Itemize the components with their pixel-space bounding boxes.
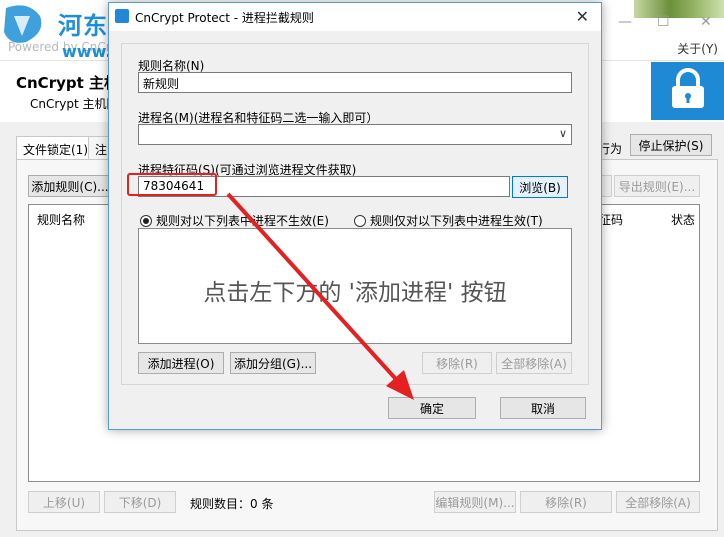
stop-protect-button[interactable]: 停止保护(S) [630,134,712,156]
app-subtitle: CnCrypt 主机防 [30,97,119,111]
process-name-combo[interactable]: ∨ [138,124,572,145]
maximize-button[interactable]: ☐ [657,14,670,30]
remove-all-rules-button[interactable]: 全部移除(A) [616,491,700,513]
chevron-down-icon[interactable]: ∨ [559,127,567,140]
export-rule-button[interactable]: 导出规则(E)... [614,175,700,197]
process-list-hint: 点击左下方的 '添加进程' 按钮 [203,280,507,306]
close-button[interactable]: ✕ [700,14,712,30]
move-up-button[interactable]: 上移(U) [28,491,100,513]
add-rule-button[interactable]: 添加规则(C)... [28,175,112,197]
dialog-close-icon[interactable]: ✕ [576,7,589,26]
about-link[interactable]: 关于(Y) [677,40,718,57]
minimize-button[interactable]: — [618,14,632,30]
highlight-box [127,173,217,196]
remove-all-processes-button[interactable]: 全部移除(A) [496,352,572,374]
column-status[interactable]: 状态 [671,211,695,228]
radio-exclude-label: 规则对以下列表中进程不生效(E) [156,214,329,228]
rule-count-label: 规则数目： [190,497,251,511]
edit-rule-button[interactable]: 编辑规则(M)... [434,491,516,513]
lock-icon [672,68,704,108]
ok-button[interactable]: 确定 [388,397,476,419]
browse-button[interactable]: 浏览(B) [512,176,568,198]
radio-exclude[interactable]: 规则对以下列表中进程不生效(E) [140,212,329,229]
remove-rule-button[interactable]: 移除(R) [520,491,612,513]
dialog-title: CnCrypt Protect - 进程拦截规则 [135,11,314,25]
app-icon [115,9,129,23]
radio-include-label: 规则仅对以下列表中进程生效(T) [370,214,543,228]
lock-tile[interactable] [651,62,724,120]
app-name: CnCrypt 主机 [16,74,120,92]
dialog-titlebar: CnCrypt Protect - 进程拦截规则 ✕ [109,3,601,31]
rule-name-input[interactable]: 新规则 [138,72,572,93]
remove-process-button[interactable]: 移除(R) [422,352,492,374]
radio-include[interactable]: 规则仅对以下列表中进程生效(T) [354,212,543,229]
add-group-button[interactable]: 添加分组(G)... [230,352,316,374]
process-list[interactable]: 点击左下方的 '添加进程' 按钮 [138,228,572,344]
column-signature[interactable]: 征码 [599,211,623,228]
move-down-button[interactable]: 下移(D) [104,491,176,513]
radio-exclude-dot[interactable] [140,214,152,227]
column-rule-name[interactable]: 规则名称 [37,211,85,228]
add-process-button[interactable]: 添加进程(O) [138,352,224,374]
cancel-button[interactable]: 取消 [500,397,586,419]
radio-include-dot[interactable] [354,214,366,227]
rule-count-value: 0 条 [250,497,274,511]
tab-file-lock[interactable]: 文件锁定(1) [16,136,95,160]
